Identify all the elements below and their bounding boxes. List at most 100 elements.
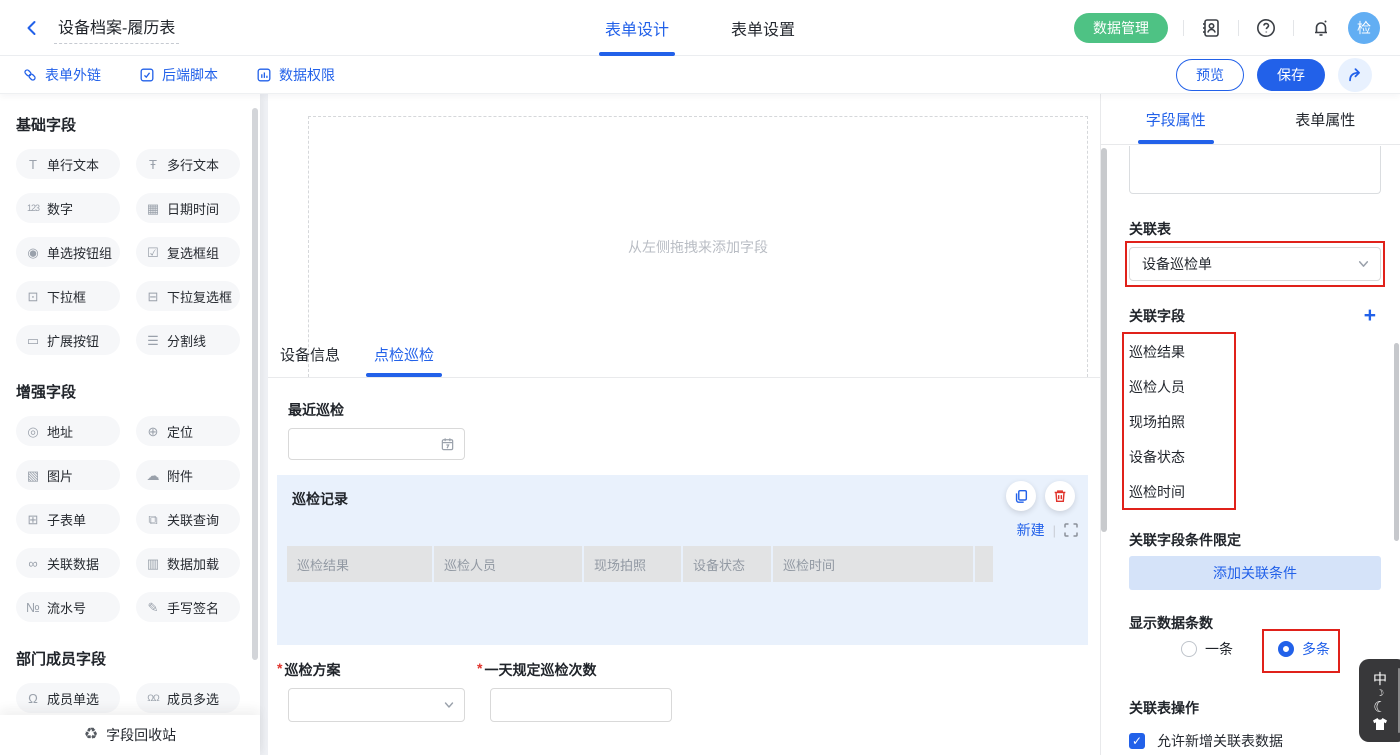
subform-title: 巡检记录 <box>292 489 348 509</box>
related-field-item[interactable]: 巡检人员 <box>1129 370 1185 405</box>
tab-form-properties[interactable]: 表单属性 <box>1251 94 1400 144</box>
divider <box>1293 20 1294 36</box>
field-pill-attachment[interactable]: ☁附件 <box>136 460 240 490</box>
section-title: 基础字段 <box>16 114 244 135</box>
tab-device-info[interactable]: 设备信息 <box>278 344 342 377</box>
field-recycle-bin[interactable]: ♻ 字段回收站 <box>0 715 260 755</box>
radio-multiple[interactable] <box>1278 641 1294 657</box>
tab-form-design[interactable]: 表单设计 <box>605 0 669 56</box>
condition-label: 关联字段条件限定 <box>1129 530 1241 550</box>
field-pill-linked-data[interactable]: ∞关联数据 <box>16 548 120 578</box>
tab-inspection[interactable]: 点检巡检 <box>372 344 436 377</box>
field-pill-location[interactable]: ⊕定位 <box>136 416 240 446</box>
sidebar-scrollbar[interactable] <box>252 108 258 660</box>
field-pill-checkbox-group[interactable]: ☑复选框组 <box>136 237 240 267</box>
tab-field-properties[interactable]: 字段属性 <box>1101 94 1251 144</box>
field-pill-member-single[interactable]: Ω成员单选 <box>16 683 120 713</box>
share-button[interactable] <box>1338 58 1372 92</box>
radio-single-label[interactable]: 一条 <box>1205 639 1233 659</box>
notification-bell-icon[interactable] <box>1309 16 1333 40</box>
small-moon-icon[interactable]: ☽ <box>1376 688 1384 699</box>
radio-icon: ◉ <box>25 246 41 259</box>
related-field-item[interactable]: 巡检结果 <box>1129 335 1185 370</box>
page-title[interactable]: 设备档案-履历表 <box>54 12 179 44</box>
count-field-label: * 一天规定巡检次数 <box>477 660 596 680</box>
data-permission-link[interactable]: 数据权限 <box>256 65 335 85</box>
expand-icon[interactable] <box>1064 523 1078 537</box>
field-pill-datetime[interactable]: ▦日期时间 <box>136 193 240 223</box>
pencil-icon: ✎ <box>145 601 161 614</box>
calendar-icon: ▦ <box>145 202 161 215</box>
canvas-form-tabs: 设备信息 点检巡检 <box>268 344 1100 378</box>
field-pill-address[interactable]: ◎地址 <box>16 416 120 446</box>
related-field-item[interactable]: 现场拍照 <box>1129 405 1185 440</box>
panel-scrollbar[interactable] <box>1394 343 1399 541</box>
field-pill-subform[interactable]: ⊞子表单 <box>16 504 120 534</box>
plan-select[interactable] <box>288 688 465 722</box>
data-manage-button[interactable]: 数据管理 <box>1074 13 1168 43</box>
copy-button[interactable] <box>1006 481 1036 511</box>
panel-body: 关联表 设备巡检单 关联字段 + 巡检结果 巡检人员 现场拍照 设备状态 巡检时… <box>1101 145 1400 755</box>
dark-mode-moon-icon[interactable]: ☾ <box>1373 699 1386 717</box>
related-table-select[interactable]: 设备巡检单 <box>1129 247 1381 281</box>
preview-button[interactable]: 预览 <box>1176 59 1244 91</box>
divider-icon: ☰ <box>145 334 161 347</box>
tab-form-settings[interactable]: 表单设置 <box>731 0 795 56</box>
related-fields-label: 关联字段 <box>1129 306 1185 326</box>
field-pill-number[interactable]: 123数字 <box>16 193 120 223</box>
delete-button[interactable] <box>1045 481 1075 511</box>
field-pill-select[interactable]: ⊡下拉框 <box>16 281 120 311</box>
link-data-icon: ∞ <box>25 557 41 570</box>
add-field-icon[interactable]: + <box>1364 305 1376 326</box>
field-pill-multi-line-text[interactable]: Ŧ多行文本 <box>136 149 240 179</box>
field-pill-multi-select[interactable]: ⊟下拉复选框 <box>136 281 240 311</box>
related-field-item[interactable]: 设备状态 <box>1129 440 1185 475</box>
field-pill-serial-number[interactable]: №流水号 <box>16 592 120 622</box>
radio-single[interactable] <box>1181 641 1197 657</box>
dropdown-multi-icon: ⊟ <box>145 290 161 303</box>
serial-icon: № <box>25 601 41 614</box>
tshirt-theme-icon[interactable] <box>1372 717 1388 731</box>
subform-inspection-records[interactable]: 巡检记录 新建 | 巡检结果 巡检人员 现场拍照 <box>277 475 1088 645</box>
help-icon[interactable] <box>1254 16 1278 40</box>
field-pill-image[interactable]: ▧图片 <box>16 460 120 490</box>
related-field-item[interactable]: 巡检时间 <box>1129 475 1185 510</box>
save-button[interactable]: 保存 <box>1257 59 1325 91</box>
display-count-label: 显示数据条数 <box>1129 613 1213 633</box>
allow-add-label: 允许新增关联表数据 <box>1157 731 1283 751</box>
field-pill-signature[interactable]: ✎手写签名 <box>136 592 240 622</box>
canvas-scrollbar[interactable] <box>1101 148 1107 532</box>
scrolled-textarea[interactable] <box>1129 146 1381 194</box>
field-pill-radio-group[interactable]: ◉单选按钮组 <box>16 237 120 267</box>
count-input[interactable] <box>490 688 672 722</box>
radio-multiple-label[interactable]: 多条 <box>1302 639 1330 659</box>
field-pill-lookup[interactable]: ⧉关联查询 <box>136 504 240 534</box>
avatar[interactable]: 检 <box>1348 12 1380 44</box>
header-actions: 数据管理 检 <box>1074 12 1380 44</box>
field-pill-divider[interactable]: ☰分割线 <box>136 325 240 355</box>
field-dropzone[interactable]: 从左侧拖拽来添加字段 <box>308 116 1088 377</box>
locate-icon: ⊕ <box>145 425 161 438</box>
field-pill-data-load[interactable]: ▥数据加载 <box>136 548 240 578</box>
map-pin-icon: ◎ <box>25 425 41 438</box>
address-book-icon[interactable] <box>1199 16 1223 40</box>
back-icon[interactable] <box>20 16 44 40</box>
allow-add-checkbox[interactable]: ✓ <box>1129 733 1145 749</box>
dropzone-hint: 从左侧拖拽来添加字段 <box>628 237 768 257</box>
recent-inspection-date-input[interactable] <box>288 428 465 460</box>
recent-inspection-label: 最近巡检 <box>288 400 344 420</box>
related-fields-header: 关联字段 + <box>1129 305 1376 326</box>
field-pill-single-line-text[interactable]: T单行文本 <box>16 149 120 179</box>
add-condition-button[interactable]: 添加关联条件 <box>1129 556 1381 590</box>
section-title: 增强字段 <box>16 381 244 402</box>
new-record-button[interactable]: 新建 <box>1017 520 1045 540</box>
section-title: 部门成员字段 <box>16 648 244 669</box>
backend-script-link[interactable]: 后端脚本 <box>139 65 218 85</box>
language-toggle[interactable]: 中 <box>1373 671 1387 688</box>
form-external-link[interactable]: 表单外链 <box>22 65 101 85</box>
field-pill-member-multi[interactable]: ΩΩ成员多选 <box>136 683 240 713</box>
field-pill-extension-button[interactable]: ▭扩展按钮 <box>16 325 120 355</box>
column-header: 现场拍照 <box>584 546 681 582</box>
users-icon: ΩΩ <box>145 694 161 703</box>
text-icon: T <box>25 158 41 171</box>
